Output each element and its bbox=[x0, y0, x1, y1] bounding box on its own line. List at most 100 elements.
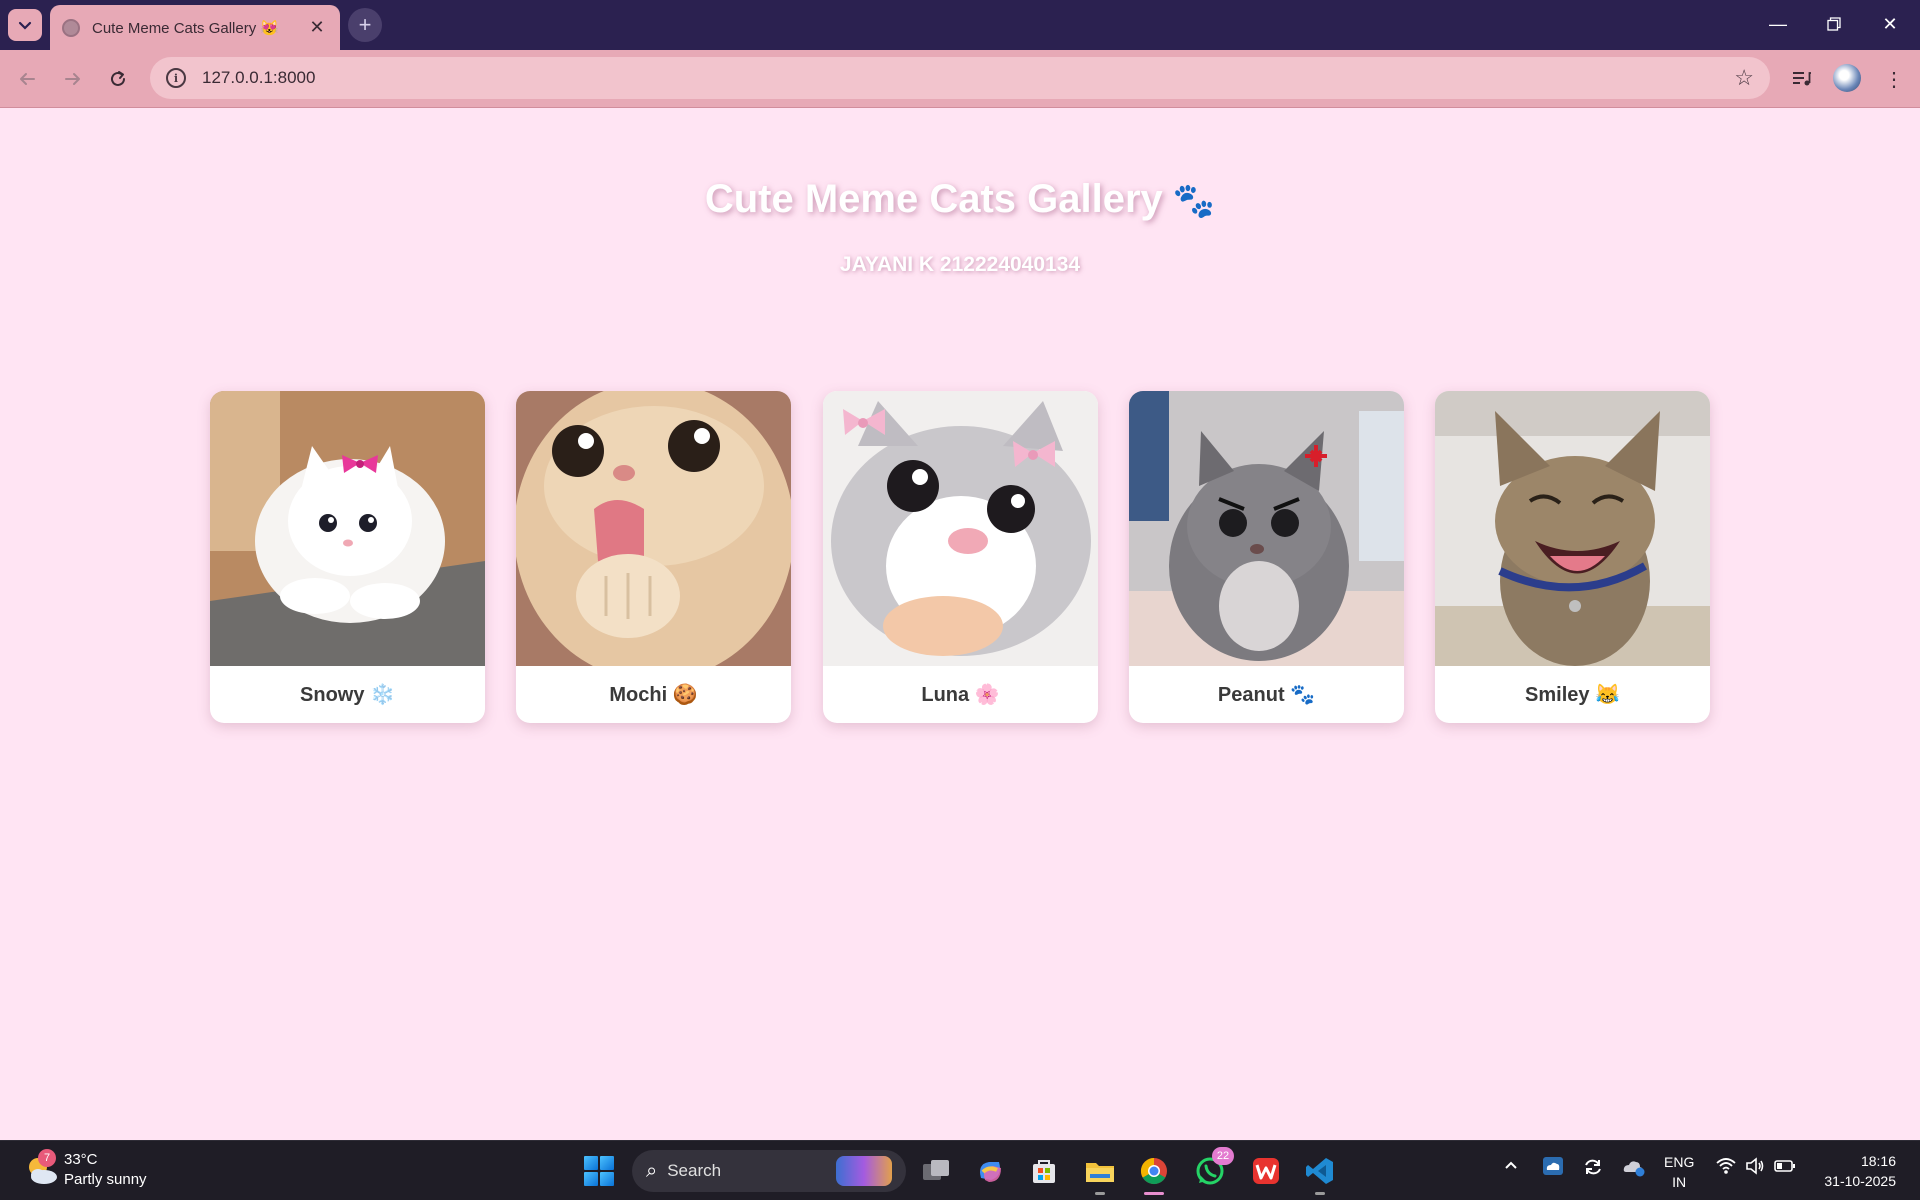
cat-name-mochi: Mochi 🍪 bbox=[609, 684, 698, 706]
restore-button[interactable] bbox=[1806, 0, 1862, 48]
paw-icon: 🐾 bbox=[1172, 182, 1216, 220]
copilot-icon[interactable] bbox=[972, 1153, 1008, 1189]
speaker-glyph bbox=[1746, 1157, 1764, 1175]
task-view-icon[interactable] bbox=[918, 1153, 954, 1189]
chrome-icon[interactable] bbox=[1136, 1153, 1172, 1195]
arrow-right-icon bbox=[65, 73, 80, 85]
cloud-status-icon[interactable] bbox=[1622, 1157, 1646, 1182]
vscode-icon[interactable] bbox=[1302, 1153, 1338, 1195]
onedrive-icon[interactable] bbox=[1542, 1156, 1564, 1181]
store-glyph bbox=[1033, 1160, 1055, 1183]
battery-icon[interactable] bbox=[1774, 1157, 1796, 1180]
active-indicator bbox=[1144, 1192, 1164, 1195]
cat-photo-smiley bbox=[1435, 391, 1710, 666]
windows-logo-tile bbox=[600, 1172, 614, 1186]
menu-more-icon[interactable]: ⋮ bbox=[1878, 63, 1910, 95]
input-language[interactable]: ENG IN bbox=[1664, 1152, 1694, 1192]
tab-title: Cute Meme Cats Gallery 😻 bbox=[92, 19, 280, 37]
close-window-button[interactable]: ✕ bbox=[1862, 0, 1918, 48]
chevron-down-icon bbox=[18, 21, 32, 30]
cat-photo-luna bbox=[823, 391, 1098, 666]
clock[interactable]: 18:16 31-10-2025 bbox=[1812, 1151, 1896, 1191]
back-button[interactable] bbox=[9, 61, 45, 97]
cat-photo-mochi bbox=[516, 391, 791, 666]
browser-toolbar: i 127.0.0.1:8000 ☆ ⋮ bbox=[0, 50, 1920, 108]
refresh-glyph bbox=[1585, 1159, 1601, 1175]
cloud-glyph bbox=[1623, 1161, 1645, 1177]
reload-button[interactable] bbox=[100, 61, 136, 97]
cat-card-peanut[interactable]: Peanut 🐾 bbox=[1129, 391, 1404, 723]
lang-code: ENG bbox=[1664, 1154, 1695, 1170]
wifi-icon[interactable] bbox=[1716, 1157, 1736, 1180]
search-label: Search bbox=[667, 1161, 722, 1180]
new-tab-button[interactable]: + bbox=[348, 8, 382, 42]
cat-card-mochi[interactable]: Mochi 🍪 bbox=[516, 391, 791, 723]
cat-photo-snowy bbox=[210, 391, 485, 666]
page-subtitle: JAYANI K 212224040134 bbox=[839, 253, 1081, 276]
chevron-up-icon bbox=[1505, 1161, 1517, 1169]
taskbar: 7 33°C Partly sunny ⌕ Search 22 ENG IN 1… bbox=[0, 1140, 1920, 1200]
cat-card-snowy[interactable]: Snowy ❄️ bbox=[210, 391, 485, 723]
start-button[interactable] bbox=[584, 1156, 614, 1186]
search-highlight-icon bbox=[836, 1156, 892, 1186]
playlist-icon bbox=[1793, 72, 1811, 86]
restore-icon bbox=[1827, 17, 1841, 31]
cat-name-snowy: Snowy ❄️ bbox=[300, 684, 395, 706]
tab-search-button[interactable] bbox=[8, 9, 42, 41]
tab-active[interactable]: Cute Meme Cats Gallery 😻 ✕ bbox=[50, 5, 340, 50]
region-code: IN bbox=[1672, 1174, 1687, 1190]
cat-photo-peanut bbox=[1129, 391, 1404, 666]
clock-date: 31-10-2025 bbox=[1824, 1173, 1896, 1189]
cat-gallery: Snowy ❄️ Mochi 🍪 Luna 🌸 Peanut 🐾 Smiley … bbox=[210, 391, 1710, 723]
microsoft-store-icon[interactable] bbox=[1026, 1153, 1062, 1189]
cat-name-smiley: Smiley 😹 bbox=[1525, 684, 1620, 706]
reload-icon bbox=[111, 71, 125, 86]
running-indicator bbox=[1315, 1192, 1325, 1195]
folder-glyph bbox=[1086, 1163, 1114, 1182]
clock-time: 18:16 bbox=[1860, 1153, 1896, 1169]
whatsapp-badge: 22 bbox=[1212, 1147, 1234, 1165]
site-info-icon[interactable]: i bbox=[166, 68, 186, 88]
weather-condition: Partly sunny bbox=[64, 1171, 147, 1188]
minimize-button[interactable]: — bbox=[1750, 0, 1806, 48]
sync-icon[interactable] bbox=[1582, 1157, 1604, 1182]
windows-logo-tile bbox=[584, 1156, 598, 1170]
arrow-left-icon bbox=[20, 73, 35, 85]
vscode-glyph bbox=[1306, 1158, 1333, 1184]
running-indicator bbox=[1095, 1192, 1105, 1195]
page-title-text: Cute Meme Cats Gallery bbox=[704, 177, 1163, 221]
page-content: Cute Meme Cats Gallery 🐾 JAYANI K 2122240… bbox=[0, 109, 1920, 1140]
search-icon: ⌕ bbox=[646, 1159, 658, 1182]
chrome-glyph bbox=[1140, 1157, 1167, 1185]
file-explorer-icon[interactable] bbox=[1082, 1153, 1118, 1195]
wps-office-icon[interactable] bbox=[1248, 1153, 1284, 1189]
weather-badge: 7 bbox=[38, 1149, 56, 1167]
url-text[interactable]: 127.0.0.1:8000 bbox=[202, 68, 1734, 88]
windows-logo-tile bbox=[584, 1172, 598, 1186]
volume-icon[interactable] bbox=[1745, 1157, 1765, 1180]
cat-card-luna[interactable]: Luna 🌸 bbox=[823, 391, 1098, 723]
windows-logo-tile bbox=[600, 1156, 614, 1170]
page-title: Cute Meme Cats Gallery 🐾 bbox=[0, 177, 1920, 222]
whatsapp-icon[interactable]: 22 bbox=[1192, 1147, 1234, 1189]
task-view-glyph bbox=[923, 1160, 949, 1180]
battery-glyph bbox=[1774, 1160, 1795, 1172]
taskbar-search[interactable]: ⌕ Search bbox=[632, 1150, 906, 1192]
show-hidden-icons-chevron-icon[interactable] bbox=[1503, 1157, 1519, 1178]
cloud-sync-glyph bbox=[1543, 1157, 1563, 1175]
cat-name-luna: Luna 🌸 bbox=[921, 684, 1000, 706]
tab-strip: Cute Meme Cats Gallery 😻 ✕ + — ✕ bbox=[0, 0, 1920, 50]
forward-button[interactable] bbox=[55, 61, 91, 97]
cat-card-smiley[interactable]: Smiley 😹 bbox=[1435, 391, 1710, 723]
wps-glyph bbox=[1253, 1158, 1279, 1184]
copilot-glyph bbox=[980, 1162, 1001, 1182]
close-tab-icon[interactable]: ✕ bbox=[306, 17, 328, 39]
weather-temperature: 33°C bbox=[64, 1151, 98, 1168]
profile-avatar[interactable] bbox=[1833, 64, 1861, 92]
address-bar[interactable]: i 127.0.0.1:8000 ☆ bbox=[150, 57, 1770, 99]
media-control-icon[interactable] bbox=[1786, 63, 1818, 95]
bookmark-star-icon[interactable]: ☆ bbox=[1734, 65, 1754, 91]
globe-icon bbox=[62, 18, 80, 37]
cat-name-peanut: Peanut 🐾 bbox=[1217, 684, 1316, 706]
wifi-glyph bbox=[1716, 1158, 1736, 1174]
